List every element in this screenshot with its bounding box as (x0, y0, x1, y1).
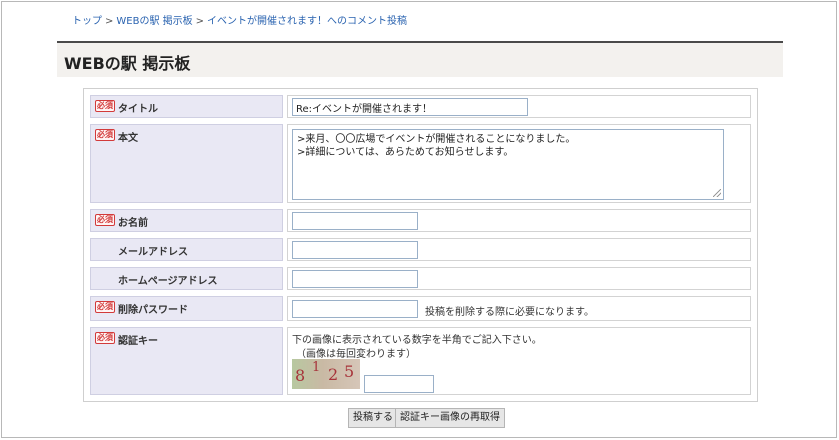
value-cell-auth-key: 下の画像に表示されている数字を半角でご記入下さい。 （画像は毎回変わります） 8… (287, 327, 751, 395)
body-line: >詳細については、あらためてお知らせします。 (297, 147, 514, 158)
reload-captcha-button[interactable]: 認証キー画像の再取得 (395, 408, 505, 428)
captcha-digit: 8 (295, 366, 306, 385)
captcha-digit: 5 (344, 362, 355, 381)
resize-handle-icon[interactable] (713, 189, 721, 197)
form-row-auth-key: 必須 認証キー 下の画像に表示されている数字を半角でご記入下さい。 （画像は毎回… (90, 327, 751, 395)
title-label: タイトル (118, 104, 158, 115)
delete-password-input[interactable] (292, 300, 418, 318)
breadcrumb-separator: > (195, 16, 205, 27)
auth-key-instruction: 下の画像に表示されている数字を半角でご記入下さい。 (292, 335, 542, 346)
breadcrumb: トップ > WEBの駅 掲示板 > イベントが開催されます！へのコメント投稿 (72, 12, 407, 27)
form-row-body: 必須 本文 >来月、〇〇広場でイベントが開催されることになりました。 >詳細につ… (90, 124, 751, 203)
submit-button[interactable]: 投稿する (348, 408, 398, 428)
breadcrumb-top-link[interactable]: トップ (72, 16, 102, 27)
homepage-label: ホームページアドレス (118, 276, 218, 287)
auth-key-sub-instruction: （画像は毎回変わります） (296, 349, 416, 360)
required-badge: 必須 (95, 129, 115, 141)
form-row-name: 必須 お名前 (90, 209, 751, 232)
required-badge: 必須 (95, 214, 115, 226)
value-cell-body: >来月、〇〇広場でイベントが開催されることになりました。 >詳細については、あら… (287, 124, 751, 203)
label-cell-auth-key: 必須 認証キー (90, 327, 283, 395)
page-title-bar: WEBの駅 掲示板 (57, 41, 783, 77)
captcha-digit: 1 (312, 360, 321, 375)
auth-key-input[interactable] (364, 375, 434, 393)
form-row-email: メールアドレス (90, 238, 751, 261)
form-row-title: 必須 タイトル (90, 95, 751, 118)
captcha-image: 8 1 2 5 (292, 359, 360, 389)
body-textarea[interactable]: >来月、〇〇広場でイベントが開催されることになりました。 >詳細については、あら… (292, 129, 724, 200)
delete-password-label: 削除パスワード (118, 305, 188, 316)
value-cell-email (287, 238, 751, 261)
breadcrumb-current: イベントが開催されます！へのコメント投稿 (207, 16, 408, 27)
name-input[interactable] (292, 212, 418, 230)
label-cell-title: 必須 タイトル (90, 95, 283, 118)
label-cell-email: メールアドレス (90, 238, 283, 261)
body-label: 本文 (118, 133, 138, 144)
label-cell-name: 必須 お名前 (90, 209, 283, 232)
value-cell-delete-password: 投稿を削除する際に必要になります。 (287, 296, 751, 321)
value-cell-homepage (287, 267, 751, 290)
form-row-delete-password: 必須 削除パスワード 投稿を削除する際に必要になります。 (90, 296, 751, 321)
breadcrumb-separator: > (105, 16, 114, 27)
email-input[interactable] (292, 241, 418, 259)
value-cell-title (287, 95, 751, 118)
label-cell-homepage: ホームページアドレス (90, 267, 283, 290)
required-badge: 必須 (95, 100, 115, 112)
label-cell-delete-password: 必須 削除パスワード (90, 296, 283, 321)
form-row-homepage: ホームページアドレス (90, 267, 751, 290)
value-cell-name (287, 209, 751, 232)
homepage-input[interactable] (292, 270, 418, 288)
required-badge: 必須 (95, 332, 115, 344)
required-badge: 必須 (95, 301, 115, 313)
breadcrumb-board-link[interactable]: WEBの駅 掲示板 (116, 16, 192, 27)
title-input[interactable] (292, 98, 528, 116)
captcha-digit: 2 (328, 365, 339, 384)
page-title: WEBの駅 掲示板 (64, 54, 191, 73)
name-label: お名前 (118, 218, 148, 229)
auth-key-label: 認証キー (118, 336, 158, 347)
label-cell-body: 必須 本文 (90, 124, 283, 203)
email-label: メールアドレス (118, 247, 188, 258)
comment-form: 必須 タイトル 必須 本文 >来月、〇〇広場でイベントが開催されることになりまし… (83, 88, 758, 402)
delete-password-note: 投稿を削除する際に必要になります。 (425, 307, 594, 318)
body-line: >来月、〇〇広場でイベントが開催されることになりました。 (297, 134, 576, 145)
